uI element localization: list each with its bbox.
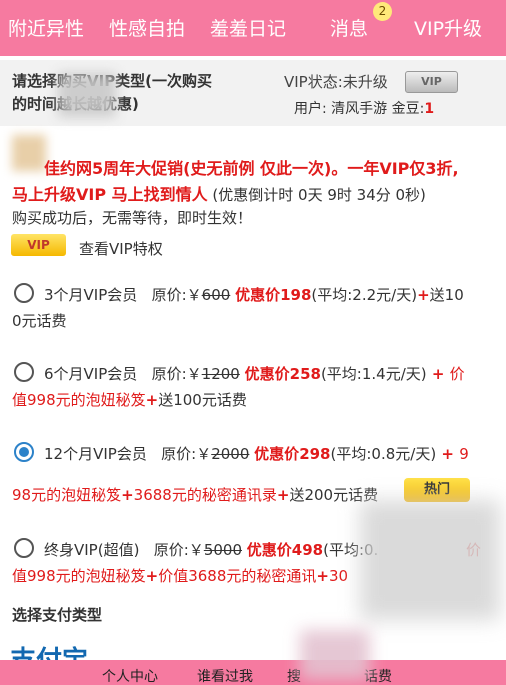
vip-diamond-icon: VIP xyxy=(405,71,458,93)
option-3-month-line2: 0元话费 xyxy=(12,312,67,330)
bonus-guide: 98元的泡妞秘笈 xyxy=(12,486,122,504)
payment-type-title: 选择支付类型 xyxy=(12,606,103,624)
bonus-guide: 值998元的泡妞秘笈 xyxy=(12,391,146,409)
discount-label: 优惠价 xyxy=(235,286,281,304)
discount-price: 298 xyxy=(299,445,331,463)
user-label: 用户: xyxy=(294,101,332,117)
option-12-month-line1[interactable]: 12个月VIP会员 原价:￥2000 优惠价298(平均:0.8元/天) + 9 xyxy=(44,443,469,464)
tab-messages[interactable]: 消息 xyxy=(330,14,368,41)
promo-countdown: (优惠倒计时 0天 9时 34分 0秒) xyxy=(207,186,426,204)
option-name: 终身VIP(超值) xyxy=(44,541,140,559)
mosaic-overlay xyxy=(58,73,116,117)
vip-tag-text: VIP xyxy=(421,75,442,88)
mosaic-overlay xyxy=(360,500,500,620)
original-price: 2000 xyxy=(211,445,250,463)
average-price: (平均:1.4元/天) xyxy=(320,365,427,383)
mosaic-overlay xyxy=(12,135,46,171)
bonus-text: 价 xyxy=(449,365,465,383)
original-price: 600 xyxy=(201,286,231,304)
average-price: (平均:0.8元/天) xyxy=(330,445,437,463)
option-6-month-line1[interactable]: 6个月VIP会员 原价:￥1200 优惠价258(平均:1.4元/天) + 价 xyxy=(44,363,465,384)
view-vip-privileges-link[interactable]: 查看VIP特权 xyxy=(79,238,163,259)
tab-diary[interactable]: 羞羞日记 xyxy=(210,14,286,41)
bonus-credit: 30 xyxy=(328,567,349,585)
hot-badge: 热门 xyxy=(404,478,470,502)
promo-instant-note: 购买成功后，无需等待，即时生效！ xyxy=(12,209,253,227)
original-price-label: 原价:￥ xyxy=(151,286,202,304)
plus-sign: + xyxy=(276,486,290,504)
top-nav: 附近异性 性感自拍 羞羞日记 消息 VIP升级 xyxy=(0,0,506,56)
original-price: 5000 xyxy=(203,541,242,559)
bonus-contacts: 价值3688元的秘密通讯 xyxy=(158,567,317,585)
message-count-badge: 2 xyxy=(373,2,392,21)
discount-price: 198 xyxy=(280,286,312,304)
option-name: 12个月VIP会员 xyxy=(44,445,147,463)
vip-status: VIP状态:未升级 xyxy=(284,71,388,92)
bonus-credit: 送100元话费 xyxy=(158,391,247,409)
original-price: 1200 xyxy=(201,365,240,383)
discount-label: 优惠价 xyxy=(244,365,290,383)
plus-sign: + xyxy=(121,486,134,504)
original-price-label: 原价:￥ xyxy=(151,365,202,383)
promo-headline: 佳约网5周年大促销(史无前例 仅此一次)。一年VIP仅3折, xyxy=(44,159,459,178)
mosaic-overlay xyxy=(300,630,370,680)
radio-3-month[interactable] xyxy=(14,283,34,303)
beans-value: 1 xyxy=(424,101,435,117)
bonus-contacts: 3688元的秘密通讯录 xyxy=(133,486,277,504)
bottom-nav: 个人中心 谁看过我 搜 话费 xyxy=(0,660,506,685)
vip-privilege-icon[interactable]: VIP xyxy=(11,234,66,256)
vip-status-value: 未升级 xyxy=(342,73,388,91)
user-name: 清风手游 xyxy=(331,101,388,117)
vip-badge-text: VIP xyxy=(27,238,50,252)
bonus-text: 送10 xyxy=(429,286,464,304)
tab-vip-upgrade[interactable]: VIP升级 xyxy=(414,14,482,41)
option-3-month-line1[interactable]: 3个月VIP会员 原价:￥600 优惠价198(平均:2.2元/天)+送10 xyxy=(44,284,464,305)
radio-12-month[interactable] xyxy=(14,442,34,462)
nav-search[interactable]: 搜 xyxy=(287,666,301,685)
discount-label: 优惠价 xyxy=(246,541,292,559)
promo-upgrade-text: 马上升级VIP 马上找到情人 xyxy=(12,185,208,204)
option-12-month-line2: 98元的泡妞秘笈+3688元的秘密通讯录+送200元话费 xyxy=(12,484,378,505)
option-name: 6个月VIP会员 xyxy=(44,365,138,383)
beans-label: 金豆: xyxy=(387,101,425,117)
plus-sign: + xyxy=(145,391,159,409)
user-line: 用户: 清风手游 金豆:1 xyxy=(294,98,434,118)
bonus-text: 9 xyxy=(459,445,469,463)
nav-profile[interactable]: 个人中心 xyxy=(102,666,158,685)
vip-status-label: VIP状态: xyxy=(284,73,343,91)
discount-price: 498 xyxy=(291,541,324,559)
plus-sign: + xyxy=(426,365,450,383)
tab-nearby[interactable]: 附近异性 xyxy=(8,14,84,41)
plus-sign: + xyxy=(316,567,329,585)
option-name: 3个月VIP会员 xyxy=(44,286,138,304)
option-6-month-line2: 值998元的泡妞秘笈+送100元话费 xyxy=(12,389,247,410)
radio-6-month[interactable] xyxy=(14,362,34,382)
tab-selfie[interactable]: 性感自拍 xyxy=(109,14,185,41)
discount-label: 优惠价 xyxy=(254,445,300,463)
average-price: (平均:2.2元/天) xyxy=(311,286,418,304)
plus-sign: + xyxy=(145,567,159,585)
bonus-guide: 值998元的泡妞秘笈 xyxy=(12,567,146,585)
original-price-label: 原价:￥ xyxy=(161,445,212,463)
plus-sign: + xyxy=(436,445,460,463)
option-lifetime-line2: 值998元的泡妞秘笈+价值3688元的秘密通讯+30 xyxy=(12,565,348,586)
radio-lifetime[interactable] xyxy=(14,538,34,558)
original-price-label: 原价:￥ xyxy=(153,541,204,559)
plus-sign: + xyxy=(417,286,430,304)
nav-visitors[interactable]: 谁看过我 xyxy=(197,666,253,685)
promo-countdown-line: 马上升级VIP 马上找到情人 (优惠倒计时 0天 9时 34分 0秒) xyxy=(12,181,426,205)
discount-price: 258 xyxy=(289,365,321,383)
option-lifetime-line1[interactable]: 终身VIP(超值) 原价:￥5000 优惠价498(平均:0. xyxy=(44,539,378,560)
